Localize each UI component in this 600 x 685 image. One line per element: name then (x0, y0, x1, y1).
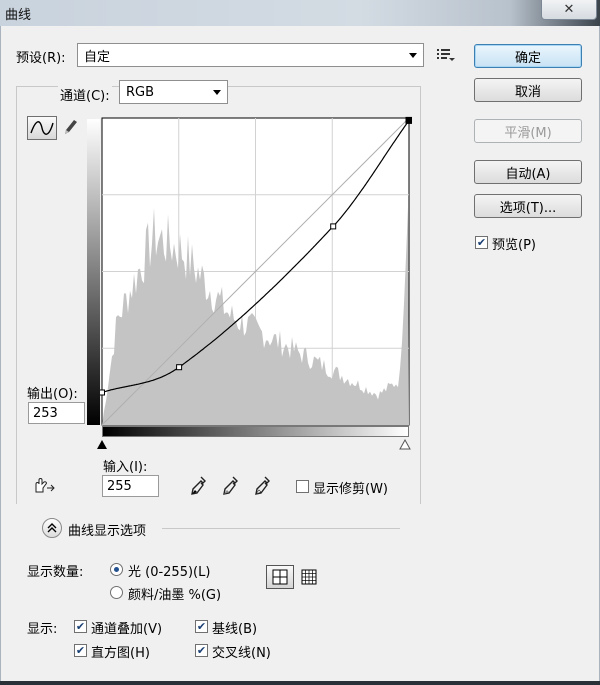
black-point-slider[interactable] (96, 439, 108, 451)
output-gradient-bar (87, 119, 100, 425)
chevron-down-icon (213, 90, 221, 95)
curve-control-point[interactable] (405, 116, 412, 124)
checkmark-icon: ✔ (75, 644, 86, 657)
curve-point-tool-button[interactable] (27, 116, 57, 140)
simple-grid-button[interactable] (266, 565, 294, 589)
channel-overlays-label: 通道叠加(V) (91, 622, 163, 637)
checkmark-icon: ✔ (196, 620, 207, 633)
window-title: 曲线 (5, 8, 32, 23)
detailed-grid-button[interactable] (299, 567, 319, 587)
black-eyedropper-icon[interactable] (189, 475, 207, 497)
output-field[interactable]: 253 (28, 402, 85, 424)
preset-value: 自定 (84, 49, 111, 65)
preset-dropdown[interactable]: 自定 (77, 43, 424, 67)
pigment-radio[interactable] (110, 586, 123, 599)
cancel-button[interactable]: 取消 (474, 78, 582, 102)
channel-label: 通道(C): (58, 85, 112, 104)
preset-options-icon[interactable] (436, 47, 456, 63)
curve-control-point[interactable] (176, 364, 183, 371)
preview-checkbox[interactable]: ✔ (475, 236, 488, 249)
checkmark-icon: ✔ (196, 644, 207, 657)
show-clipping-checkbox[interactable] (296, 480, 309, 493)
channel-value: RGB (126, 84, 155, 100)
options-divider (162, 528, 400, 529)
input-gradient-bar (102, 426, 409, 437)
input-label: 输入(I): (103, 460, 148, 475)
curve-wave-icon (30, 121, 54, 135)
channel-dropdown[interactable]: RGB (119, 80, 228, 104)
window-bottom-edge (0, 681, 600, 685)
title-bar (0, 0, 600, 26)
options-button[interactable]: 选项(T)... (474, 194, 582, 218)
pigment-radio-label: 颜料/油墨 %(G) (128, 588, 222, 603)
show-label: 显示: (27, 622, 58, 637)
chevron-up-icon (47, 523, 57, 533)
on-image-adjust-icon[interactable] (30, 476, 56, 496)
checkmark-icon: ✔ (75, 620, 86, 633)
curve-control-point[interactable] (330, 223, 337, 230)
show-amount-label: 显示数量: (27, 565, 84, 580)
intersection-checkbox[interactable]: ✔ (195, 644, 208, 657)
smooth-button[interactable]: 平滑(M) (474, 119, 582, 143)
white-point-slider[interactable] (399, 438, 411, 451)
show-clipping-label: 显示修剪(W) (313, 482, 388, 497)
group-frame-left (16, 86, 17, 504)
chevron-down-icon (409, 53, 417, 58)
gray-eyedropper-icon[interactable] (221, 475, 239, 497)
preset-label: 预设(R): (16, 51, 66, 66)
checkmark-icon: ✔ (476, 236, 487, 249)
light-radio[interactable] (110, 563, 123, 576)
collapse-toggle-button[interactable] (42, 518, 62, 538)
intersection-label: 交叉线(N) (212, 646, 271, 661)
white-eyedropper-icon[interactable] (253, 475, 271, 497)
baseline-checkbox[interactable]: ✔ (195, 620, 208, 633)
close-button[interactable]: ✕ (541, 0, 597, 20)
histogram-label: 直方图(H) (91, 646, 150, 661)
curve-control-point[interactable] (100, 389, 105, 396)
pencil-icon[interactable] (61, 117, 79, 137)
ok-button[interactable]: 确定 (474, 44, 582, 68)
preview-label: 预览(P) (492, 238, 536, 253)
grid-10-icon (301, 569, 317, 585)
light-radio-label: 光 (0-255)(L) (128, 565, 211, 580)
baseline-label: 基线(B) (212, 622, 258, 637)
histogram-checkbox[interactable]: ✔ (74, 644, 87, 657)
curve-graph[interactable] (100, 116, 412, 428)
input-field[interactable]: 255 (102, 475, 159, 497)
grid-4-icon (272, 569, 288, 585)
channel-overlays-checkbox[interactable]: ✔ (74, 620, 87, 633)
close-icon: ✕ (563, 2, 575, 17)
curve-display-options-label: 曲线显示选项 (68, 524, 147, 539)
group-frame-right (420, 86, 421, 504)
output-label: 输出(O): (27, 387, 78, 402)
auto-button[interactable]: 自动(A) (474, 160, 582, 184)
